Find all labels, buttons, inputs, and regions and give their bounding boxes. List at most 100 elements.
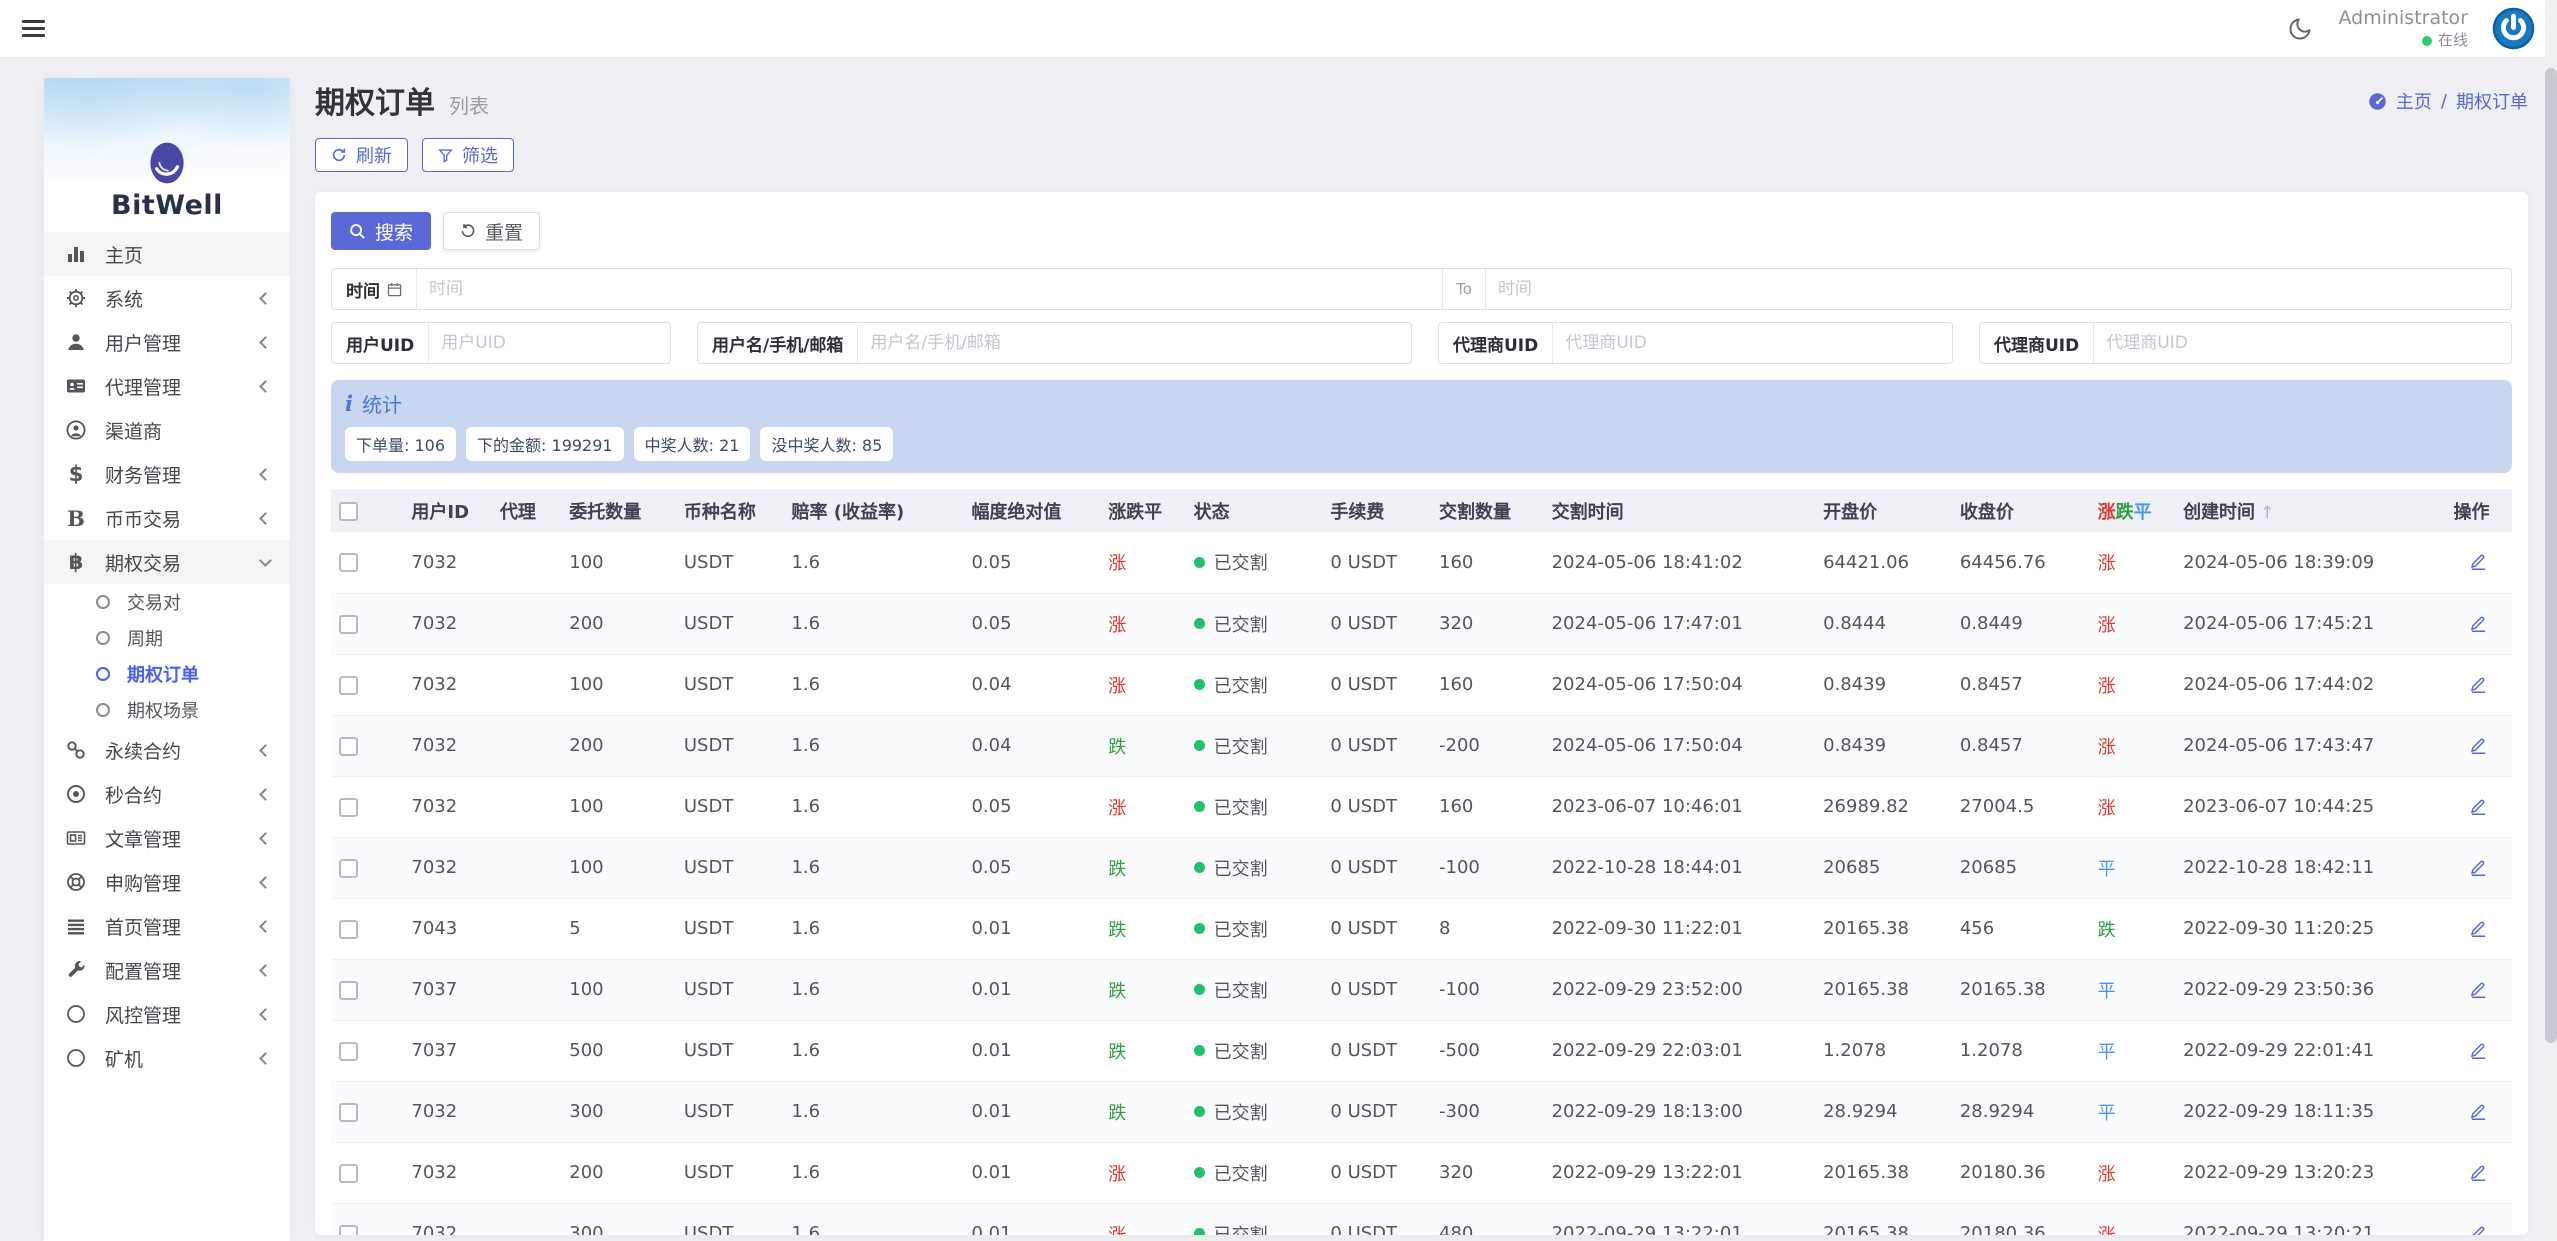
row-checkbox[interactable] (339, 1225, 358, 1236)
row-checkbox[interactable] (339, 553, 358, 572)
filter-button[interactable]: 筛选 (422, 138, 514, 172)
sidebar-subitem-7-3[interactable]: 期权场景 (44, 692, 290, 728)
row-checkbox[interactable] (339, 1164, 358, 1183)
sidebar-item-3[interactable]: 代理管理 (44, 364, 290, 408)
sidebar-item-12[interactable]: 首页管理 (44, 904, 290, 948)
sidebar-item-2[interactable]: 用户管理 (44, 320, 290, 364)
cell-range: 0.05 (963, 532, 1100, 593)
edit-order-button[interactable] (2467, 1160, 2490, 1186)
row-checkbox[interactable] (339, 615, 358, 634)
cell-uid: 7032 (403, 776, 491, 837)
status-dot-icon (1194, 557, 1205, 568)
edit-order-button[interactable] (2467, 611, 2490, 637)
edit-order-button[interactable] (2467, 1038, 2490, 1064)
sidebar-item-10[interactable]: 文章管理 (44, 816, 290, 860)
cell-uid: 7037 (403, 1020, 491, 1081)
cell-status: 已交割 (1186, 837, 1323, 898)
cell-created: 2024-05-06 17:44:02 (2175, 654, 2445, 715)
avatar[interactable] (2492, 7, 2535, 50)
sidebar-item-14[interactable]: 风控管理 (44, 992, 290, 1036)
cell-close: 20165.38 (1952, 959, 2090, 1020)
edit-order-button[interactable] (2467, 1099, 2490, 1125)
cell-fee: 0 USDT (1322, 898, 1431, 959)
row-checkbox[interactable] (339, 676, 358, 695)
column-header-3: 币种名称 (676, 489, 784, 532)
edit-order-button[interactable] (2467, 1221, 2490, 1236)
edit-order-button[interactable] (2467, 794, 2490, 820)
edit-pencil-icon (2469, 1223, 2488, 1236)
select-all-checkbox[interactable] (339, 502, 358, 521)
cell-uid: 7032 (403, 1142, 491, 1203)
sidebar-subitem-7-1[interactable]: 周期 (44, 620, 290, 656)
row-checkbox[interactable] (339, 737, 358, 756)
chevron-left-icon (259, 380, 272, 393)
refresh-button[interactable]: 刷新 (315, 138, 408, 172)
cell-close: 27004.5 (1952, 776, 2090, 837)
cell-open: 0.8444 (1815, 593, 1952, 654)
cell-agent (492, 1203, 561, 1235)
edit-order-button[interactable] (2467, 549, 2490, 575)
table-row-5: 7032100USDT1.60.05跌已交割0 USDT-1002022-10-… (331, 837, 2512, 898)
edit-order-button[interactable] (2467, 916, 2490, 942)
cell-close: 64456.76 (1952, 532, 2090, 593)
search-button[interactable]: 搜索 (331, 212, 431, 250)
sidebar-item-6[interactable]: B币币交易 (44, 496, 290, 540)
sidebar-subitem-7-2[interactable]: 期权订单 (44, 656, 290, 692)
column-header-11: 开盘价 (1815, 489, 1952, 532)
sidebar-item-0[interactable]: 主页 (44, 232, 290, 276)
sidebar-item-13[interactable]: 配置管理 (44, 948, 290, 992)
vertical-scrollbar[interactable] (2545, 0, 2557, 1241)
cell-coin: USDT (676, 593, 784, 654)
sidebar-item-label: 永续合约 (105, 737, 181, 764)
sidebar-subitem-7-0[interactable]: 交易对 (44, 584, 290, 620)
sidebar-item-1[interactable]: 系统 (44, 276, 290, 320)
filter-field-input-3[interactable] (2094, 323, 2511, 363)
edit-pencil-icon (2469, 1040, 2488, 1059)
sidebar-item-9[interactable]: 秒合约 (44, 772, 290, 816)
sidebar-item-5[interactable]: $财务管理 (44, 452, 290, 496)
column-header-10: 交割时间 (1544, 489, 1815, 532)
sidebar-item-8[interactable]: 永续合约 (44, 728, 290, 772)
cell-amount: 500 (561, 1020, 676, 1081)
row-checkbox[interactable] (339, 1103, 358, 1122)
power-logo-icon (2492, 7, 2535, 50)
menu-toggle-icon[interactable] (22, 20, 45, 37)
status-dot-icon (1194, 801, 1205, 812)
reset-button[interactable]: 重置 (443, 212, 540, 250)
page-title: 期权订单 (315, 78, 435, 122)
filter-field-input-1[interactable] (858, 323, 1411, 363)
time-from-input[interactable] (417, 269, 1442, 309)
edit-order-button[interactable] (2467, 672, 2490, 698)
cell-result: 平 (2090, 837, 2175, 898)
breadcrumb-home[interactable]: 主页 (2396, 88, 2432, 114)
dark-mode-icon[interactable] (2287, 15, 2314, 42)
sidebar-item-4[interactable]: 渠道商 (44, 408, 290, 452)
row-checkbox[interactable] (339, 798, 358, 817)
cell-status: 已交割 (1186, 1020, 1323, 1081)
filter-field-input-0[interactable] (429, 323, 670, 363)
cell-amount: 100 (561, 532, 676, 593)
row-checkbox[interactable] (339, 1042, 358, 1061)
chevron-left-icon (259, 876, 272, 889)
filter-field-input-2[interactable] (1553, 323, 1952, 363)
sort-asc-icon[interactable]: ↑ (2260, 503, 2274, 523)
time-to-input[interactable] (1486, 269, 2511, 309)
edit-order-button[interactable] (2467, 733, 2490, 759)
scrollbar-thumb[interactable] (2545, 68, 2557, 1043)
row-checkbox[interactable] (339, 920, 358, 939)
cell-actions (2446, 837, 2512, 898)
news-icon (64, 827, 88, 849)
sidebar-item-15[interactable]: 矿机 (44, 1036, 290, 1080)
edit-order-button[interactable] (2467, 977, 2490, 1003)
table-row-9: 7032300USDT1.60.01跌已交割0 USDT-3002022-09-… (331, 1081, 2512, 1142)
column-header-14[interactable]: 创建时间↑ (2175, 489, 2445, 532)
edit-order-button[interactable] (2467, 855, 2490, 881)
row-checkbox[interactable] (339, 859, 358, 878)
baht-icon: ฿ (64, 552, 88, 573)
table-row-1: 7032200USDT1.60.05涨已交割0 USDT3202024-05-0… (331, 593, 2512, 654)
sidebar-item-11[interactable]: 申购管理 (44, 860, 290, 904)
row-checkbox[interactable] (339, 981, 358, 1000)
cell-range: 0.04 (963, 715, 1100, 776)
lines-icon (64, 915, 88, 937)
sidebar-item-7[interactable]: ฿期权交易 (44, 540, 290, 584)
